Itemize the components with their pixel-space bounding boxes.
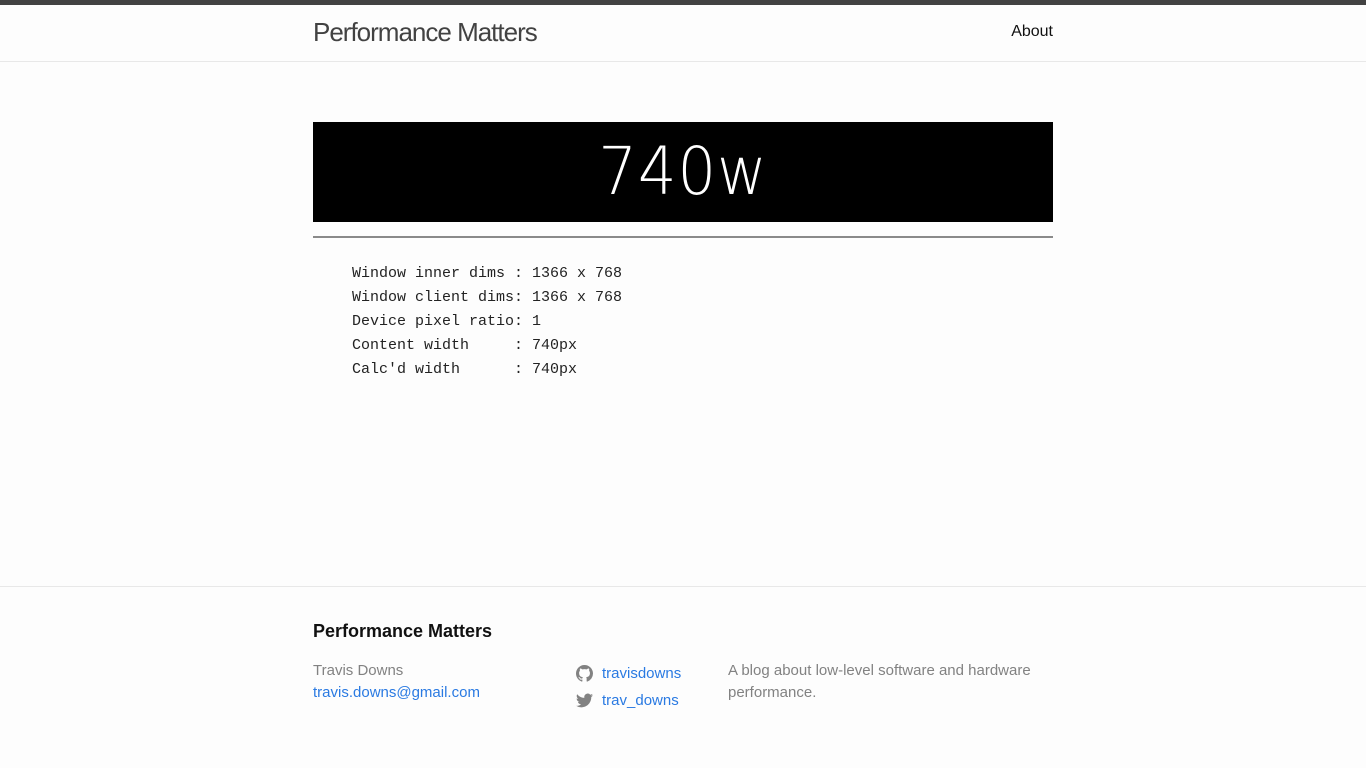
dims-line-client: Window client dims: 1366 x 768	[352, 289, 623, 306]
footer-heading: Performance Matters	[313, 621, 493, 641]
dims-line-content-width: Content width : 740px	[352, 337, 578, 354]
github-icon[interactable]	[576, 665, 593, 682]
footer-contact: Travis Downs travis.downs@gmail.com	[313, 660, 480, 704]
site-header: Performance Matters About	[0, 5, 1366, 62]
dims-line-calcd-width: Calc'd width : 740px	[352, 361, 578, 378]
horizontal-rule	[313, 236, 1053, 238]
github-link[interactable]: travisdowns	[602, 663, 681, 685]
banner-width-text: 740w	[598, 133, 768, 210]
twitter-icon[interactable]	[576, 692, 593, 709]
author-email-link[interactable]: travis.downs@gmail.com	[313, 682, 480, 704]
nav-link-about[interactable]: About	[1011, 22, 1053, 42]
footer-social: travisdowns trav_downs	[576, 660, 681, 714]
twitter-link[interactable]: trav_downs	[602, 690, 679, 712]
dims-line-inner: Window inner dims : 1366 x 768	[352, 265, 623, 282]
social-item-github: travisdowns	[576, 660, 681, 687]
footer-description: A blog about low-level software and hard…	[728, 662, 1031, 701]
width-banner: 740w	[313, 122, 1053, 222]
site-footer: Performance Matters Travis Downs travis.…	[0, 586, 1366, 768]
social-item-twitter: trav_downs	[576, 687, 681, 714]
site-title-link[interactable]: Performance Matters	[313, 17, 538, 47]
author-name: Travis Downs	[313, 662, 404, 679]
window-dims-block: Window inner dims : 1366 x 768 Window cli…	[352, 262, 622, 382]
dims-line-pixel-ratio: Device pixel ratio: 1	[352, 313, 542, 330]
